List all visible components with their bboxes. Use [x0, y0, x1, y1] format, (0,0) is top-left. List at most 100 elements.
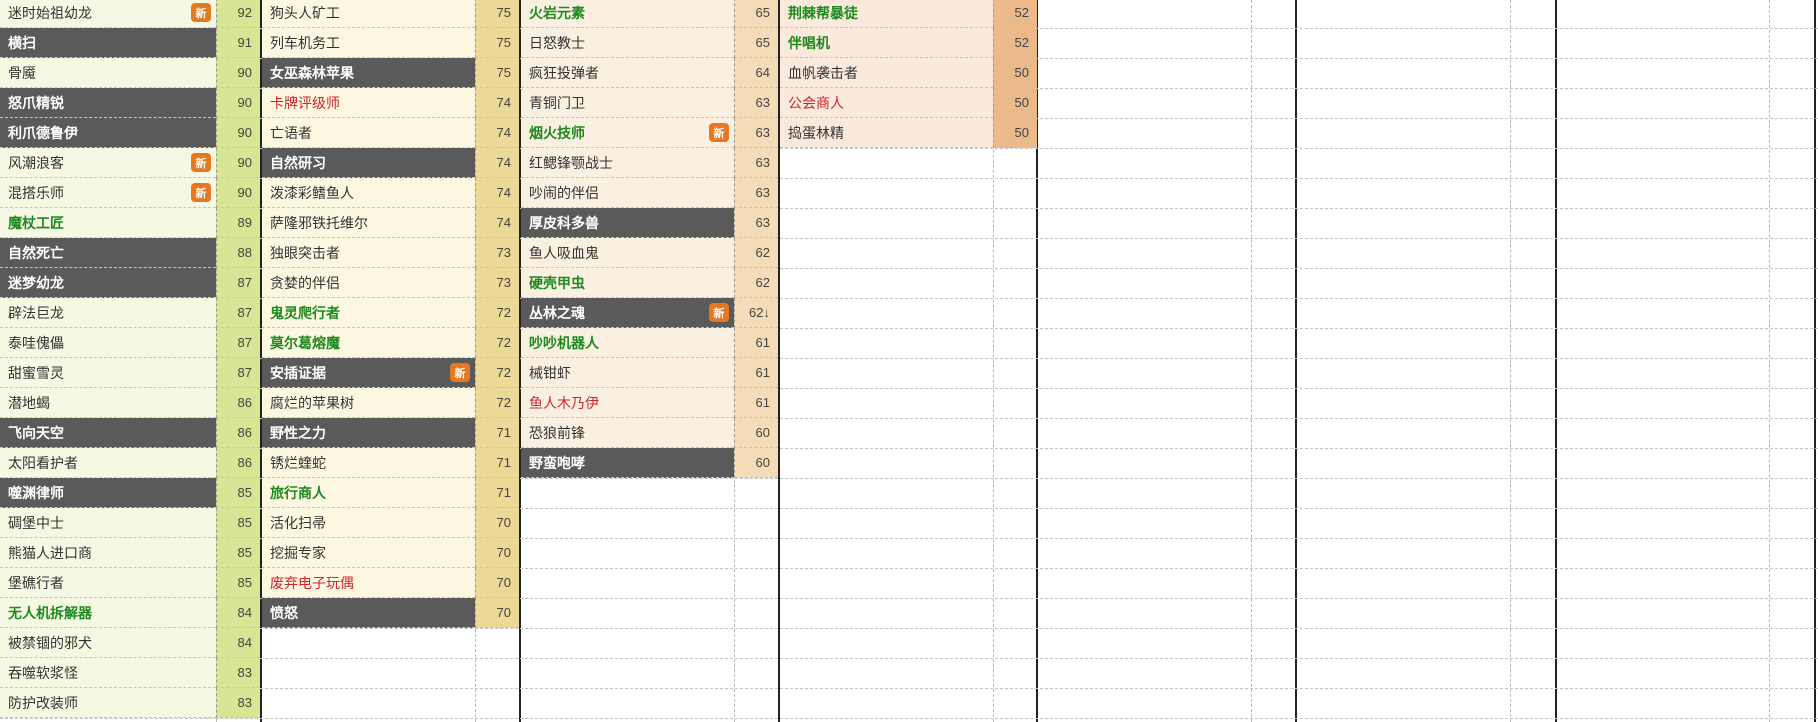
card-name-cell[interactable]: 野性之力 [262, 418, 475, 448]
card-score-cell[interactable]: 62 [734, 268, 778, 298]
card-score-cell[interactable]: 74 [475, 208, 519, 238]
card-name-cell[interactable]: 旅行商人 [262, 478, 475, 508]
card-name-cell[interactable]: 熊猫人进口商 [0, 538, 216, 568]
card-score-cell[interactable]: 90 [216, 88, 260, 118]
card-name-cell[interactable]: 硬壳甲虫 [521, 268, 734, 298]
card-name-cell[interactable]: 吵吵机器人 [521, 328, 734, 358]
card-name-cell[interactable]: 辟法巨龙 [0, 298, 216, 328]
card-score-cell[interactable]: 70 [475, 598, 519, 628]
card-name-cell[interactable]: 野蛮咆哮 [521, 448, 734, 478]
card-score-cell[interactable]: 63 [734, 208, 778, 238]
card-name-cell[interactable]: 迷梦幼龙 [0, 268, 216, 298]
card-score-cell[interactable]: 72 [475, 358, 519, 388]
card-name-cell[interactable]: 萨隆邪铁托维尔 [262, 208, 475, 238]
card-name-cell[interactable]: 疯狂投弹者 [521, 58, 734, 88]
card-score-cell[interactable]: 75 [475, 28, 519, 58]
card-score-cell[interactable]: 73 [475, 268, 519, 298]
card-score-cell[interactable]: 71 [475, 418, 519, 448]
card-name-cell[interactable]: 安插证据 新 [262, 358, 475, 388]
card-name-cell[interactable]: 魔杖工匠 [0, 208, 216, 238]
card-score-cell[interactable]: 50 [993, 58, 1037, 88]
card-score-cell[interactable]: 65 [734, 0, 778, 28]
card-score-cell[interactable]: 83 [216, 688, 260, 718]
card-name-cell[interactable]: 火岩元素 [521, 0, 734, 28]
card-name-cell[interactable]: 泰哇傀儡 [0, 328, 216, 358]
card-name-cell[interactable]: 日怒教士 [521, 28, 734, 58]
card-name-cell[interactable]: 被禁锢的邪犬 [0, 628, 216, 658]
card-name-cell[interactable]: 械钳虾 [521, 358, 734, 388]
card-score-cell[interactable]: 61 [734, 358, 778, 388]
card-score-cell[interactable]: 72 [475, 298, 519, 328]
card-score-cell[interactable]: 87 [216, 268, 260, 298]
card-score-cell[interactable]: 63 [734, 88, 778, 118]
card-score-cell[interactable]: 90 [216, 178, 260, 208]
card-score-cell[interactable]: 65 [734, 28, 778, 58]
card-name-cell[interactable]: 腐烂的苹果树 [262, 388, 475, 418]
card-score-cell[interactable]: 71 [475, 448, 519, 478]
card-name-cell[interactable]: 甜蜜雪灵 [0, 358, 216, 388]
card-score-cell[interactable]: 50 [993, 88, 1037, 118]
card-name-cell[interactable]: 防护改装师 [0, 688, 216, 718]
card-name-cell[interactable]: 荆棘帮暴徒 [780, 0, 993, 28]
card-score-cell[interactable]: 52 [993, 28, 1037, 58]
card-name-cell[interactable]: 碉堡中士 [0, 508, 216, 538]
card-score-cell[interactable]: 61 [734, 388, 778, 418]
card-score-cell[interactable]: 71 [475, 478, 519, 508]
card-name-cell[interactable]: 风潮浪客 新 [0, 148, 216, 178]
card-score-cell[interactable]: 86 [216, 388, 260, 418]
card-name-cell[interactable]: 血帆袭击者 [780, 58, 993, 88]
card-name-cell[interactable]: 卡牌评级师 [262, 88, 475, 118]
card-score-cell[interactable]: 61 [734, 328, 778, 358]
card-name-cell[interactable]: 自然研习 [262, 148, 475, 178]
card-name-cell[interactable]: 活化扫帚 [262, 508, 475, 538]
card-name-cell[interactable]: 独眼突击者 [262, 238, 475, 268]
card-score-cell[interactable]: 74 [475, 118, 519, 148]
card-score-cell[interactable]: 86 [216, 448, 260, 478]
card-name-cell[interactable]: 骨魇 [0, 58, 216, 88]
card-score-cell[interactable]: 70 [475, 508, 519, 538]
card-name-cell[interactable]: 无人机拆解器 [0, 598, 216, 628]
card-score-cell[interactable]: 91 [216, 28, 260, 58]
card-score-cell[interactable]: 86 [216, 418, 260, 448]
card-score-cell[interactable]: 87 [216, 358, 260, 388]
card-score-cell[interactable]: 63 [734, 178, 778, 208]
card-name-cell[interactable]: 废弃电子玩偶 [262, 568, 475, 598]
card-name-cell[interactable]: 泼漆彩鳍鱼人 [262, 178, 475, 208]
card-score-cell[interactable]: 92 [216, 0, 260, 28]
card-name-cell[interactable]: 捣蛋林精 [780, 118, 993, 148]
card-score-cell[interactable]: 50 [993, 118, 1037, 148]
card-name-cell[interactable]: 噬渊律师 [0, 478, 216, 508]
card-score-cell[interactable]: 83 [216, 658, 260, 688]
card-score-cell[interactable]: 84 [216, 598, 260, 628]
card-score-cell[interactable]: 87 [216, 328, 260, 358]
card-score-cell[interactable]: 64 [734, 58, 778, 88]
card-name-cell[interactable]: 潜地蝎 [0, 388, 216, 418]
card-score-cell[interactable]: 85 [216, 508, 260, 538]
card-name-cell[interactable]: 堡礁行者 [0, 568, 216, 598]
card-name-cell[interactable]: 红鳃锋颚战士 [521, 148, 734, 178]
card-name-cell[interactable]: 吞噬软浆怪 [0, 658, 216, 688]
card-score-cell[interactable]: 90 [216, 148, 260, 178]
card-name-cell[interactable]: 狗头人矿工 [262, 0, 475, 28]
card-name-cell[interactable]: 厚皮科多兽 [521, 208, 734, 238]
card-score-cell[interactable]: 85 [216, 568, 260, 598]
card-score-cell[interactable]: 73 [475, 238, 519, 268]
card-name-cell[interactable]: 烟火技师 新 [521, 118, 734, 148]
card-name-cell[interactable]: 混搭乐师 新 [0, 178, 216, 208]
card-score-cell[interactable]: 63 [734, 118, 778, 148]
card-score-cell[interactable]: 74 [475, 178, 519, 208]
card-score-cell[interactable]: 85 [216, 538, 260, 568]
card-name-cell[interactable]: 鱼人木乃伊 [521, 388, 734, 418]
card-name-cell[interactable]: 愤怒 [262, 598, 475, 628]
card-name-cell[interactable]: 公会商人 [780, 88, 993, 118]
card-name-cell[interactable]: 莫尔葛熔魔 [262, 328, 475, 358]
card-score-cell[interactable]: 75 [475, 58, 519, 88]
card-score-cell[interactable]: 74 [475, 88, 519, 118]
card-score-cell[interactable]: 62↓ [734, 298, 778, 328]
card-score-cell[interactable]: 72 [475, 328, 519, 358]
card-name-cell[interactable]: 挖掘专家 [262, 538, 475, 568]
card-score-cell[interactable]: 88 [216, 238, 260, 268]
card-name-cell[interactable]: 飞向天空 [0, 418, 216, 448]
card-name-cell[interactable]: 太阳看护者 [0, 448, 216, 478]
card-score-cell[interactable]: 87 [216, 298, 260, 328]
